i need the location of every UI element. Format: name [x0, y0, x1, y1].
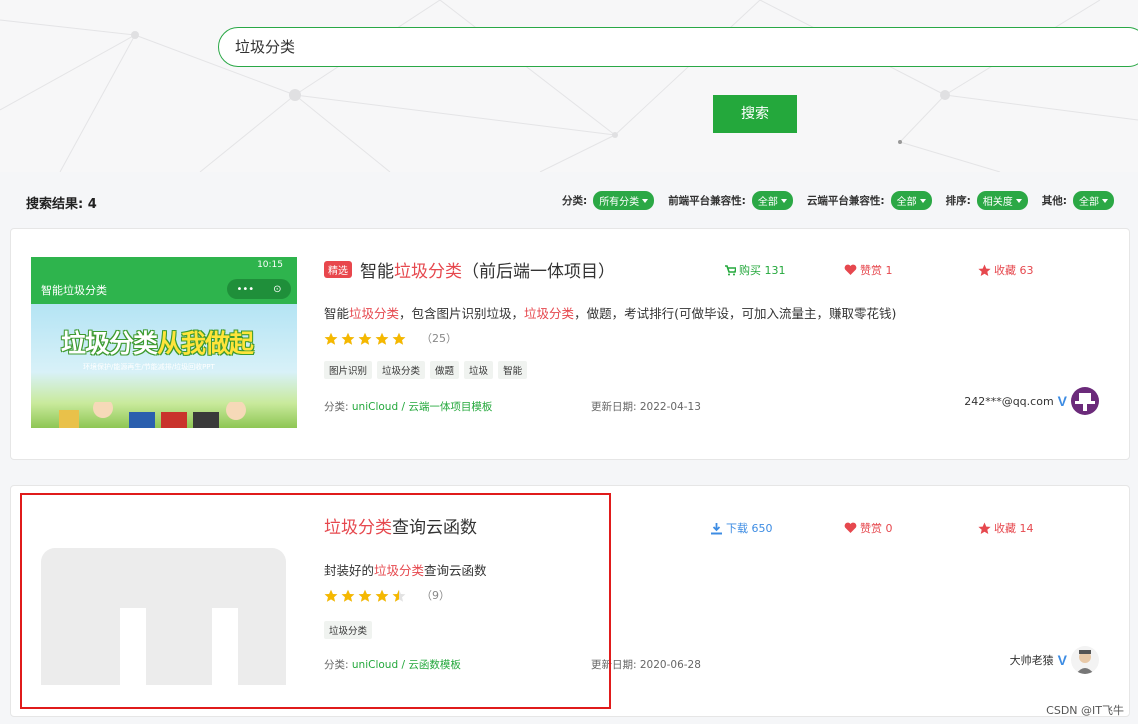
download-icon	[711, 522, 722, 534]
search-hero: 垃圾分类 搜索	[0, 0, 1138, 172]
filter-bar: 分类: 所有分类 前端平台兼容性: 全部 云端平台兼容性: 全部 排序: 相关度…	[562, 191, 1114, 210]
rating-stars	[324, 332, 406, 345]
rating-star	[392, 332, 406, 345]
banner-subtitle: 环境保护/能源再生/节能减排/垃圾回收PPT	[83, 363, 215, 371]
heart-icon	[844, 522, 857, 533]
app-title: 智能垃圾分类	[41, 284, 107, 297]
featured-badge: 精选	[324, 261, 352, 278]
filter-other-value: 全部	[1079, 197, 1099, 208]
rating-count: （25）	[421, 332, 457, 345]
rating-star	[324, 332, 338, 345]
tag-list: 图片识别 垃圾分类 做题 垃圾 智能	[324, 361, 528, 379]
heart-icon	[844, 264, 857, 275]
close-circle-icon: ⊙	[273, 283, 282, 295]
author-info[interactable]: 大帅老猿 V	[1010, 646, 1099, 674]
verified-icon: V	[1057, 393, 1067, 409]
banner-image: 垃圾分类从我做起 环境保护/能源再生/节能减排/垃圾回收PPT	[31, 304, 297, 428]
filter-category-value: 所有分类	[599, 197, 640, 208]
caret-down-icon	[919, 198, 926, 203]
caret-down-icon	[1102, 198, 1108, 203]
search-input[interactable]: 垃圾分类	[218, 27, 1138, 67]
filter-other-label: 其他:	[1041, 195, 1067, 207]
plugin-thumbnail[interactable]: 10:15 智能垃圾分类 ••• ⊙ 垃圾分类从我做起 环境保护/能源再生/节能…	[31, 257, 297, 428]
trash-bins-illustration	[59, 402, 246, 428]
filter-cloud-value: 全部	[896, 197, 917, 208]
filter-frontend-label: 前端平台兼容性:	[668, 195, 746, 207]
filter-sort-label: 排序:	[945, 195, 971, 207]
plugin-description: 智能垃圾分类，包含图片识别垃圾，垃圾分类，做题，考试排行(可做毕设，可加入流量主…	[324, 306, 897, 321]
caret-down-icon	[780, 198, 787, 203]
filter-category-dropdown[interactable]: 所有分类	[593, 191, 655, 210]
author-name[interactable]: 大帅老猿	[1010, 652, 1054, 668]
banner-headline: 垃圾分类从我做起	[61, 329, 254, 358]
author-name[interactable]: 242***@qq.com	[964, 395, 1053, 408]
miniprogram-capsule: ••• ⊙	[227, 279, 291, 299]
phone-status-bar: 10:15	[257, 260, 283, 270]
update-date: 更新日期: 2022-04-13	[591, 401, 701, 413]
rating-star	[358, 332, 372, 345]
verified-icon: V	[1057, 652, 1067, 668]
cart-icon	[725, 265, 736, 276]
filter-category-label: 分类:	[561, 195, 588, 207]
search-button[interactable]: 搜索	[713, 95, 797, 133]
filter-cloud-dropdown[interactable]: 全部	[890, 191, 932, 210]
tag[interactable]: 垃圾分类	[377, 361, 426, 379]
caret-down-icon	[1015, 198, 1022, 203]
result-card[interactable]: 10:15 智能垃圾分类 ••• ⊙ 垃圾分类从我做起 环境保护/能源再生/节能…	[10, 228, 1130, 460]
more-dots-icon: •••	[236, 283, 255, 295]
red-highlight-box	[20, 493, 611, 709]
watermark: CSDN @IT飞牛	[1046, 704, 1124, 717]
star-icon	[978, 264, 991, 276]
filter-frontend-dropdown[interactable]: 全部	[751, 191, 793, 210]
reward-count[interactable]: 赞赏 0	[844, 520, 893, 536]
avatar[interactable]	[1071, 646, 1099, 674]
category-link[interactable]: uniCloud / 云端一体项目模板	[352, 401, 492, 413]
author-info[interactable]: 242***@qq.com V	[964, 387, 1099, 415]
star-icon	[978, 522, 991, 534]
purchase-count: 购买 131	[724, 262, 786, 278]
rating-star	[375, 332, 389, 345]
rating-star	[341, 332, 355, 345]
download-count: 下载 650	[710, 520, 773, 536]
tag[interactable]: 智能	[498, 361, 528, 379]
tag[interactable]: 图片识别	[324, 361, 373, 379]
favorite-count[interactable]: 收藏 14	[978, 520, 1034, 536]
favorite-count[interactable]: 收藏 63	[978, 262, 1034, 278]
filter-cloud-label: 云端平台兼容性:	[806, 195, 885, 207]
plugin-title[interactable]: 精选 智能垃圾分类（前后端一体项目）	[324, 257, 615, 282]
background-network-pattern	[0, 0, 1138, 172]
filter-sort-dropdown[interactable]: 相关度	[976, 191, 1028, 210]
filter-sort-value: 相关度	[982, 197, 1013, 208]
result-count: 搜索结果: 4	[26, 197, 97, 212]
filter-frontend-value: 全部	[757, 197, 778, 208]
caret-down-icon	[642, 198, 649, 203]
results-bar: 搜索结果: 4 分类: 所有分类 前端平台兼容性: 全部 云端平台兼容性: 全部…	[0, 172, 1138, 228]
tag[interactable]: 垃圾	[464, 361, 494, 379]
category-info: 分类: uniCloud / 云端一体项目模板	[324, 401, 493, 413]
filter-other-dropdown[interactable]: 全部	[1073, 191, 1114, 210]
star-rating: （25）	[324, 330, 457, 346]
tag[interactable]: 做题	[430, 361, 460, 379]
reward-count[interactable]: 赞赏 1	[844, 262, 893, 278]
avatar[interactable]	[1071, 387, 1099, 415]
